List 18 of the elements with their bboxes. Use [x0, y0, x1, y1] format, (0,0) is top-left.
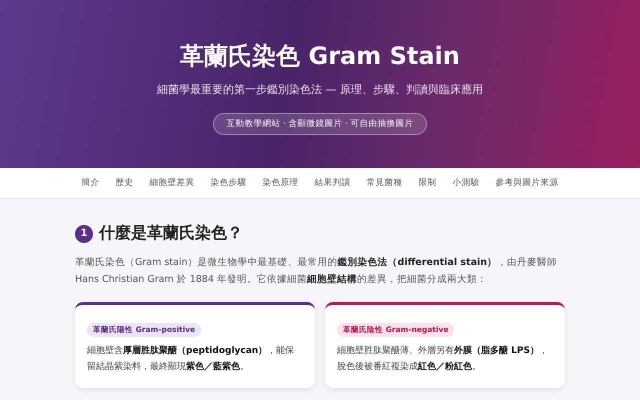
card-text: 細胞壁胜肽聚醣薄、外層另有外膜（脂多醣 LPS），脫色後被番紅複染成紅色／粉紅色。 [337, 344, 549, 374]
nav-link[interactable]: 參考與圖片來源 [488, 177, 566, 189]
page-title: 革蘭氏染色 Gram Stain [180, 41, 460, 72]
nav-link[interactable]: 細胞壁差異 [142, 177, 202, 189]
nav-link[interactable]: 小測驗 [444, 177, 488, 189]
info-badge: 互動教學網站 · 含顯微鏡圖片 · 可自由抽換圖片 [213, 113, 427, 135]
nav-link[interactable]: 常見菌種 [358, 177, 410, 189]
nav-link[interactable]: 限制 [410, 177, 444, 189]
section-heading: 什麼是革蘭氏染色？ [99, 223, 243, 244]
nav-link[interactable]: 染色步驟 [202, 177, 254, 189]
card-text: 細胞壁含厚層胜肽聚醣（peptidoglycan），能保留結晶紫染料，最終顯現紫色／藍紫色。 [87, 344, 296, 374]
intro-paragraph: 革蘭氏染色（Gram stain）是微生物學中最基礎、最常用的鑑別染色法（differential stain），由丹麥醫師 Hans Christian Gram 於 1884 年發明。它依據細菌細胞壁結構的差異，把細菌分成兩大類： [75, 256, 558, 287]
section-number: 1 [75, 224, 93, 242]
nav-link[interactable]: 結果判讀 [306, 177, 358, 189]
nav-link[interactable]: 染色原理 [254, 177, 306, 189]
nav-link[interactable]: 歷史 [108, 177, 142, 189]
page-subtitle: 細菌學最重要的第一步鑑別染色法 — 原理、步驟、判讀與臨床應用 [157, 82, 483, 97]
nav-link[interactable]: 簡介 [74, 177, 108, 189]
